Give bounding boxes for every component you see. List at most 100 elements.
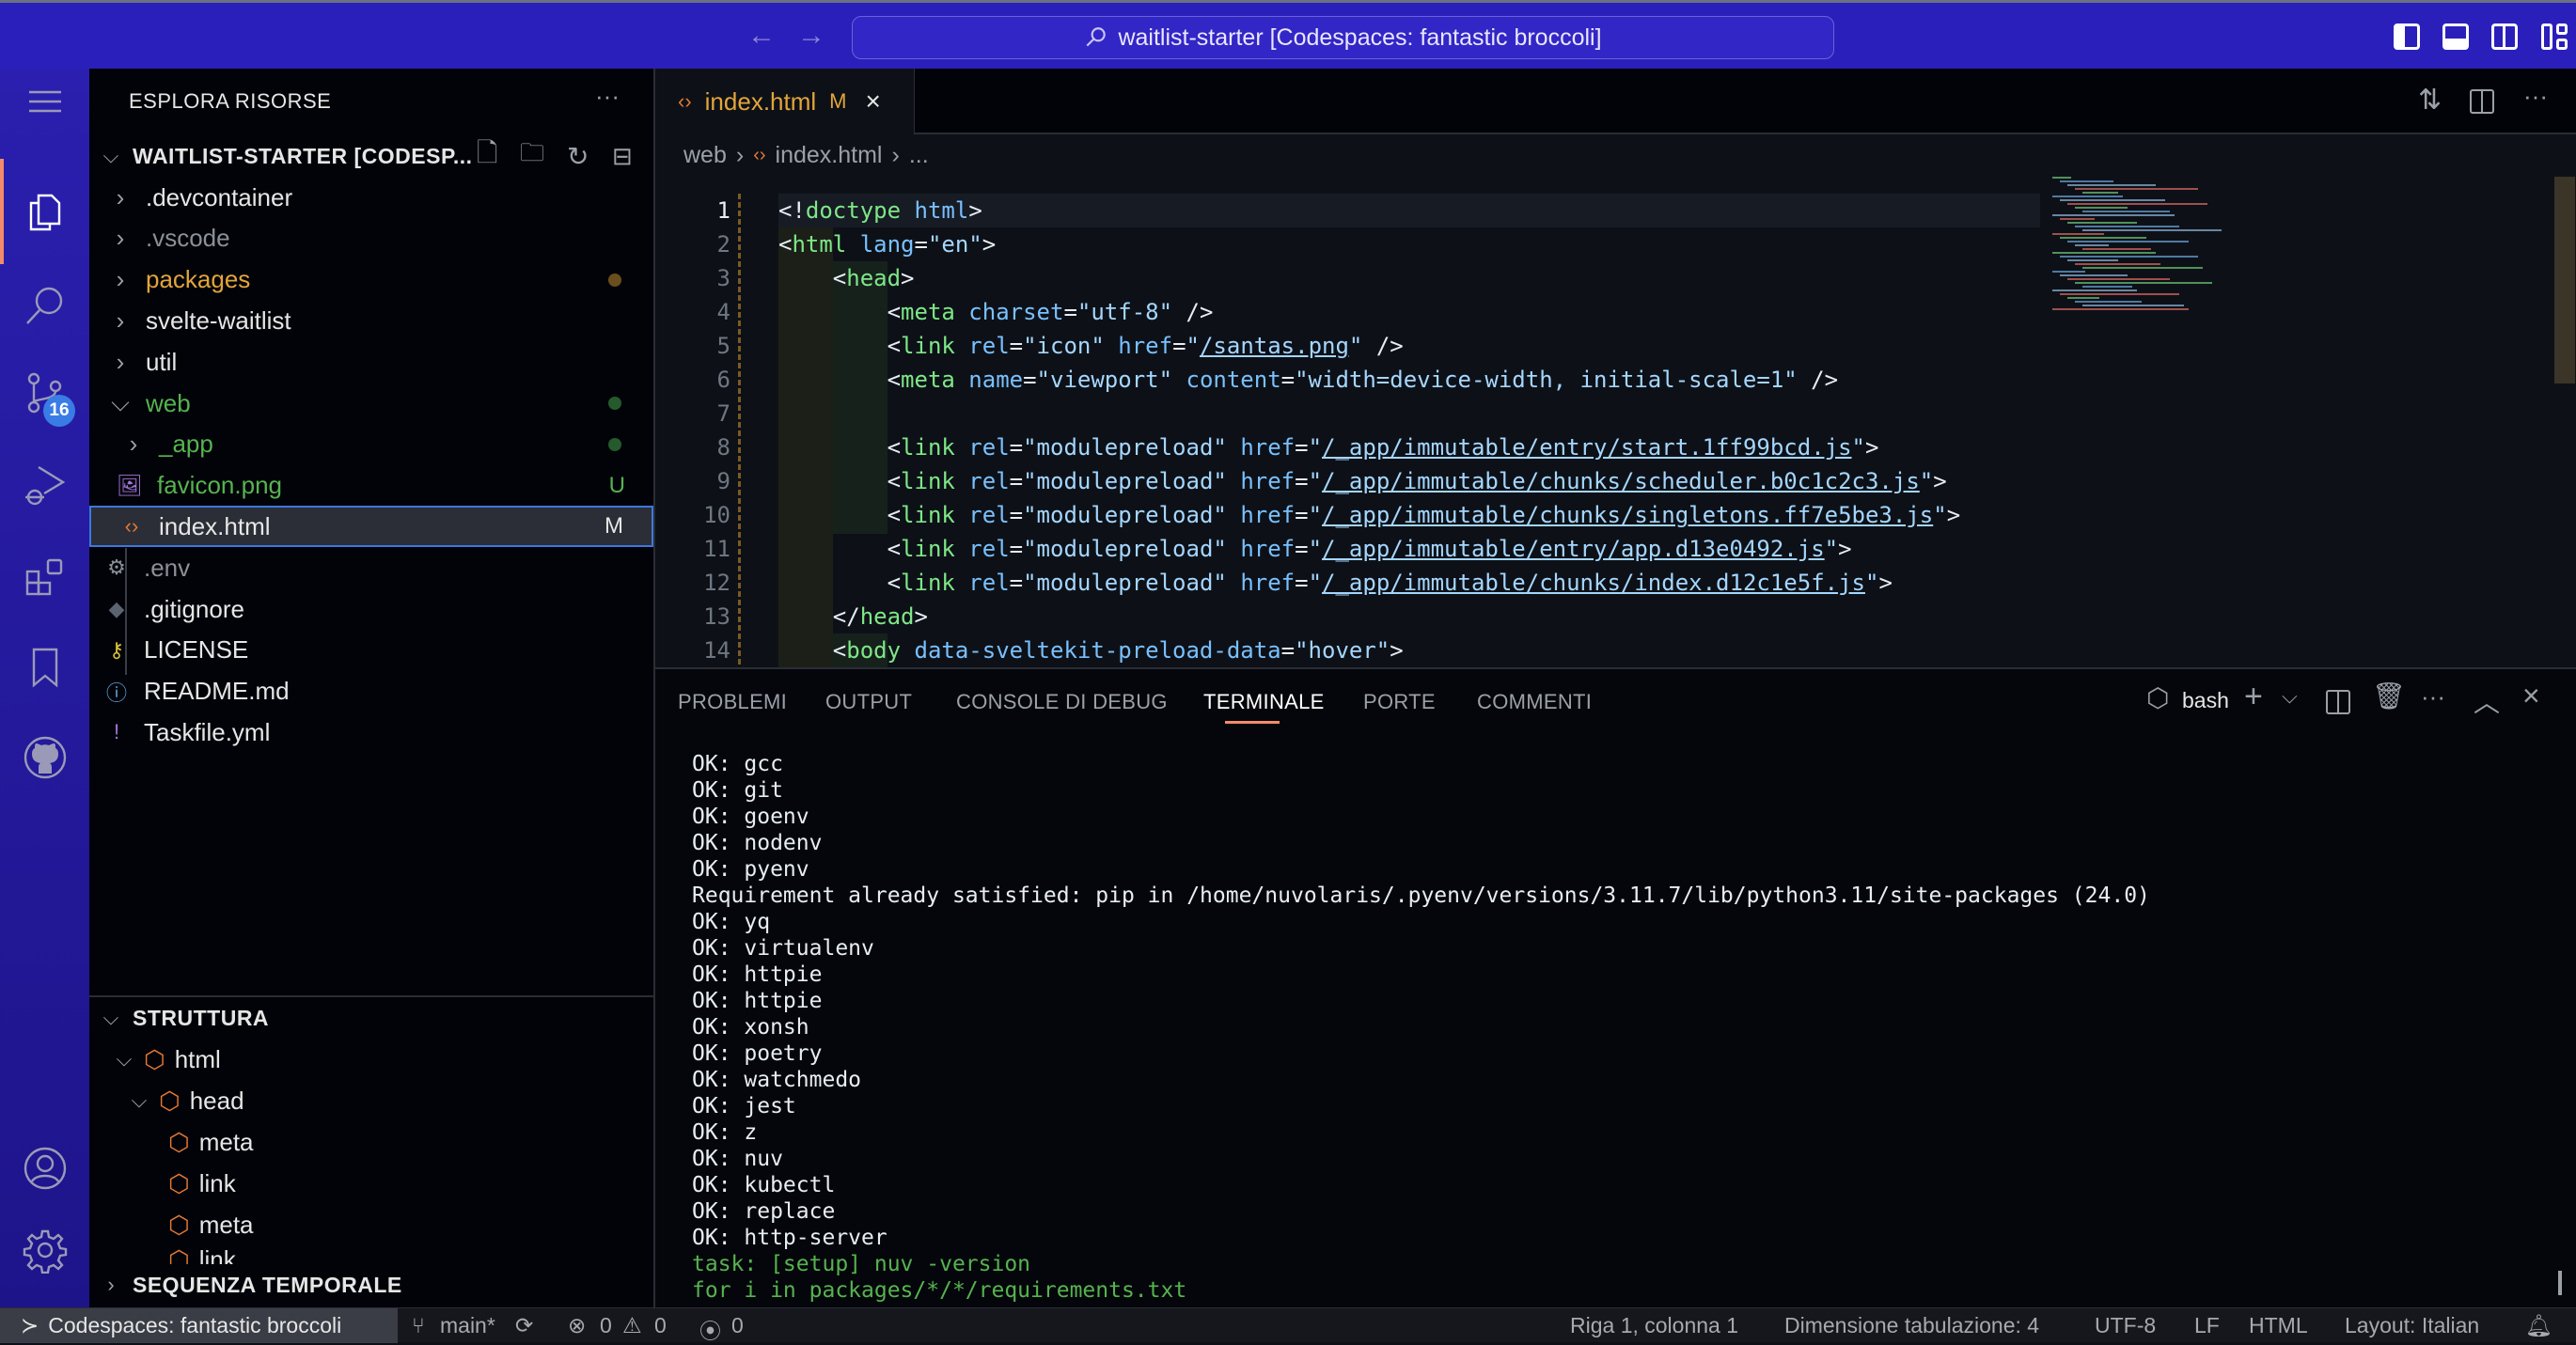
search-button[interactable] (0, 268, 89, 343)
chevron-right-icon: › (107, 1273, 115, 1296)
tree-item-env[interactable]: ⚙ .env (89, 547, 653, 588)
outline-item-meta[interactable]: ⬡ meta (89, 1121, 653, 1163)
tree-item-indexhtml[interactable]: ‹› index.html M (89, 506, 653, 548)
timeline-header[interactable]: › SEQUENZA TEMPORALE (89, 1264, 653, 1306)
workspace-root[interactable]: ⌵ WAITLIST-STARTER [CODESP... 🗋 🗀 ↻ ⊟ (89, 135, 653, 177)
cursor-position[interactable]: Riga 1, colonna 1 (1570, 1313, 1738, 1338)
ports-count[interactable]: 0 (731, 1313, 744, 1338)
bell-icon[interactable]: 🔔︎ (2525, 1313, 2552, 1338)
image-file-icon: 🖼︎ (117, 473, 143, 497)
collapse-all-icon[interactable]: ⊟ (612, 142, 633, 171)
close-panel-icon[interactable]: × (2522, 679, 2540, 713)
terminal-name[interactable]: bash (2182, 688, 2229, 713)
outline-item-meta[interactable]: ⬡ meta (89, 1204, 653, 1245)
run-debug-button[interactable] (0, 447, 89, 523)
branch-label[interactable]: main* (440, 1313, 495, 1338)
accounts-button[interactable] (0, 1131, 89, 1206)
new-folder-icon[interactable]: 🗀 (520, 135, 544, 177)
command-center-search[interactable]: waitlist-starter [Codespaces: fantastic … (852, 16, 1834, 59)
more-actions-icon[interactable]: ··· (2523, 82, 2548, 111)
close-icon[interactable]: × (865, 86, 880, 117)
github-button[interactable] (0, 720, 89, 795)
error-count[interactable]: 0 (600, 1313, 612, 1338)
outline-item-link[interactable]: ⬡ link (89, 1163, 653, 1204)
minimap-line (2060, 199, 2165, 201)
encoding[interactable]: UTF-8 (2095, 1313, 2156, 1338)
split-terminal-icon[interactable] (2326, 690, 2350, 714)
toggle-panel-icon[interactable] (2442, 23, 2469, 50)
bookmarks-button[interactable] (0, 630, 89, 705)
tab-console-di-debug[interactable]: CONSOLE DI DEBUG (956, 690, 1168, 714)
outline-header[interactable]: ⌵ STRUTTURA (89, 997, 653, 1039)
more-actions-icon[interactable]: ··· (2421, 682, 2445, 712)
maximize-panel-icon[interactable]: ︿ (2474, 682, 2500, 720)
code-token: < (778, 570, 902, 596)
back-arrow-icon[interactable]: ← (747, 20, 776, 52)
scrollbar[interactable] (2554, 177, 2575, 383)
tree-item-faviconpng[interactable]: 🖼︎ favicon.png U (89, 465, 653, 507)
more-actions-icon[interactable]: ··· (595, 82, 620, 111)
forward-arrow-icon[interactable]: → (797, 20, 825, 52)
tree-item-sveltewaitlist[interactable]: › svelte-waitlist (89, 300, 653, 341)
warning-count[interactable]: 0 (654, 1313, 667, 1338)
code-line: 14 <body data-sveltekit-preload-data="ho… (655, 633, 2576, 667)
language-mode[interactable]: HTML (2249, 1313, 2308, 1338)
tree-item-readmemd[interactable]: ⓘ README.md (89, 671, 653, 712)
chevron-down-icon[interactable]: ⌵ (2282, 684, 2298, 709)
tab-index-html[interactable]: ‹› index.html M × (655, 69, 915, 134)
terminal-output[interactable]: OK: gcc OK: git OK: goenv OK: nodenv OK: pye… (655, 751, 2576, 1309)
terminal-scrollbar[interactable] (2558, 1271, 2562, 1295)
trash-icon[interactable]: 🗑 (2372, 680, 2406, 712)
code-area[interactable]: 1 <!doctype html> 2 <html lang="en"> 3 <head… (655, 194, 2576, 667)
code-token: " (1308, 434, 1323, 461)
tree-item-license[interactable]: ⚷ LICENSE (89, 630, 653, 671)
code-token: = (1295, 468, 1309, 494)
tree-item-gitignore[interactable]: ◆ .gitignore (89, 588, 653, 630)
tab-output[interactable]: OUTPUT (825, 690, 912, 714)
source-control-button[interactable]: 16 (0, 355, 89, 430)
tab-terminale[interactable]: TERMINALE (1203, 690, 1325, 714)
menu-button[interactable] (0, 69, 89, 134)
line-number: 7 (716, 400, 730, 427)
tree-item-web[interactable]: ⌵ web (89, 383, 653, 424)
code-token: data-sveltekit-preload-data (914, 637, 1281, 664)
code-token: " (1186, 333, 1200, 359)
minimap[interactable] (2043, 177, 2269, 310)
toggle-secondary-sidebar-icon[interactable] (2491, 23, 2518, 50)
tab-commenti[interactable]: COMMENTI (1477, 690, 1592, 714)
element-cube-icon: ⬡ (168, 1168, 190, 1197)
tree-item-util[interactable]: › util (89, 341, 653, 383)
outline-item-head[interactable]: ⌵ ⬡ head (89, 1080, 653, 1121)
manage-button[interactable] (0, 1212, 89, 1288)
breadcrumb-item[interactable]: index.html (776, 142, 883, 169)
toggle-primary-sidebar-icon[interactable] (2394, 23, 2420, 50)
breadcrumb-item[interactable]: web (683, 142, 727, 169)
element-cube-icon: ⬡ (159, 1086, 181, 1115)
compare-changes-icon[interactable]: ⇅ (2418, 84, 2442, 117)
extensions-icon (25, 558, 62, 596)
extensions-button[interactable] (0, 539, 89, 614)
tree-item-devcontainer[interactable]: › .devcontainer (89, 177, 653, 218)
explorer-button[interactable] (0, 174, 89, 249)
refresh-icon[interactable]: ↻ (567, 141, 589, 172)
remote-indicator[interactable]: ≻ Codespaces: fantastic broccoli (0, 1308, 398, 1343)
tab-size[interactable]: Dimensione tabulazione: 4 (1784, 1313, 2039, 1338)
new-terminal-icon[interactable]: + (2244, 679, 2263, 715)
breadcrumb-item[interactable]: ... (909, 142, 929, 169)
outline-item-html[interactable]: ⌵ ⬡ html (89, 1039, 653, 1080)
code-token: href (1118, 333, 1173, 359)
tab-porte[interactable]: PORTE (1363, 690, 1436, 714)
line-content: </head> (778, 600, 928, 633)
split-editor-icon[interactable] (2470, 89, 2494, 114)
tree-item-taskfileyml[interactable]: ! Taskfile.yml (89, 712, 653, 753)
keyboard-layout[interactable]: Layout: Italian (2345, 1313, 2479, 1338)
tree-item-vscode[interactable]: › .vscode (89, 218, 653, 259)
tree-item-packages[interactable]: › packages (89, 259, 653, 301)
end-of-line[interactable]: LF (2194, 1313, 2220, 1338)
customize-layout-icon[interactable] (2541, 23, 2552, 50)
tree-item-app[interactable]: › _app (89, 424, 653, 465)
sync-icon[interactable]: ⟳ (515, 1313, 533, 1338)
new-file-icon[interactable]: 🗋 (477, 133, 498, 179)
tab-problemi[interactable]: PROBLEMI (678, 690, 787, 714)
